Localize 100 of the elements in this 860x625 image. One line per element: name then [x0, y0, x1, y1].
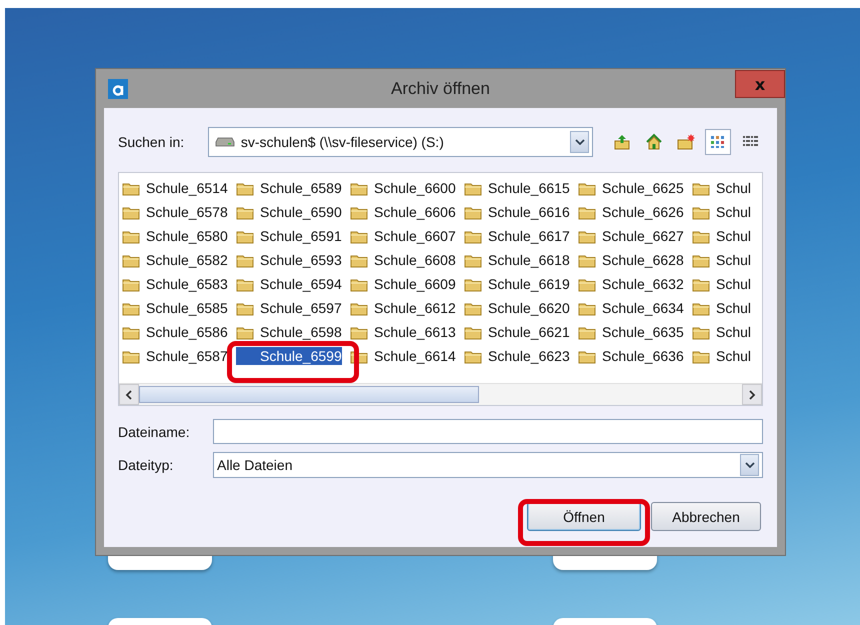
folder-name[interactable]: Schule_6598 [260, 323, 342, 341]
file-type-dropdown[interactable]: Alle Dateien [213, 452, 763, 478]
folder-name[interactable]: Schul [716, 227, 752, 245]
folder-icon [236, 252, 254, 268]
folder-icon [236, 324, 254, 340]
folder-name[interactable]: Schule_6600 [374, 179, 456, 197]
folder-name[interactable]: Schule_6591 [260, 227, 342, 245]
folder-icon [350, 204, 368, 220]
folder-icon [464, 180, 482, 196]
file-type-value: Alle Dateien [217, 457, 294, 473]
folder-name[interactable]: Schul [716, 323, 752, 341]
folder-name[interactable]: Schul [716, 275, 752, 293]
folder-icon [236, 228, 254, 244]
folder-name[interactable]: Schule_6606 [374, 203, 456, 221]
folder-icon [464, 348, 482, 364]
file-name-label: Dateiname: [118, 424, 191, 440]
folder-icon [236, 180, 254, 196]
folder-name[interactable]: Schule_6607 [374, 227, 456, 245]
file-name-field[interactable] [213, 419, 763, 444]
folder-name[interactable]: Schule_6625 [602, 179, 684, 197]
look-in-label: Suchen in: [118, 134, 186, 150]
folder-name[interactable]: Schule_6578 [146, 203, 228, 221]
folder-icon [236, 204, 254, 220]
folder-name[interactable]: Schule_6614 [374, 347, 456, 365]
folder-name[interactable]: Schule_6514 [146, 179, 228, 197]
folder-name[interactable]: Schul [716, 299, 752, 317]
folder-name[interactable]: Schul [716, 347, 752, 365]
folder-name[interactable]: Schule_6608 [374, 251, 456, 269]
folder-name[interactable]: Schule_6585 [146, 299, 228, 317]
folder-name[interactable]: Schule_6589 [260, 179, 342, 197]
folder-name[interactable]: Schule_6627 [602, 227, 684, 245]
folder-name[interactable]: Schule_6599 [236, 347, 342, 365]
folder-icon [350, 180, 368, 196]
folder-icon [350, 324, 368, 340]
folder-icon [578, 252, 596, 268]
folder-icon [464, 204, 482, 220]
folder-name[interactable]: Schule_6635 [602, 323, 684, 341]
folder-name[interactable]: Schule_6609 [374, 275, 456, 293]
look-in-value: sv-schulen$ (\\sv-fileservice) (S:) [240, 134, 445, 150]
folder-icon [692, 204, 710, 220]
folder-name[interactable]: Schule_6580 [146, 227, 228, 245]
look-in-dropdown[interactable]: sv-schulen$ (\\sv-fileservice) (S:) [208, 127, 593, 157]
horizontal-scrollbar[interactable] [119, 383, 762, 405]
folder-name[interactable]: Schule_6594 [260, 275, 342, 293]
folder-name[interactable]: Schule_6593 [260, 251, 342, 269]
folder-icon [578, 276, 596, 292]
scroll-left-icon[interactable] [119, 384, 139, 405]
folder-name[interactable]: Schule_6583 [146, 275, 228, 293]
folder-name[interactable]: Schule_6582 [146, 251, 228, 269]
scroll-right-icon[interactable] [742, 384, 762, 405]
folder-icon [464, 324, 482, 340]
folder-name[interactable]: Schule_6634 [602, 299, 684, 317]
folder-name[interactable]: Schule_6613 [374, 323, 456, 341]
folder-name[interactable]: Schul [716, 203, 752, 221]
folder-name[interactable]: Schule_6617 [488, 227, 570, 245]
folder-icon [692, 180, 710, 196]
folder-icon [350, 276, 368, 292]
folder-icon [692, 348, 710, 364]
folder-icon [578, 300, 596, 316]
folder-name[interactable]: Schule_6621 [488, 323, 570, 341]
folder-icon [350, 228, 368, 244]
folder-icon [578, 348, 596, 364]
folder-icon [122, 300, 140, 316]
dialog-button[interactable]: Öffnen [527, 502, 641, 531]
folder-name[interactable]: Schule_6616 [488, 203, 570, 221]
scrollbar-thumb[interactable] [139, 386, 479, 403]
folder-name[interactable]: Schul [716, 251, 752, 269]
folder-icon [692, 228, 710, 244]
folder-icon [692, 276, 710, 292]
folder-icon [578, 204, 596, 220]
folder-name[interactable]: Schule_6636 [602, 347, 684, 365]
folder-icon [236, 276, 254, 292]
folder-name[interactable]: Schule_6590 [260, 203, 342, 221]
folder-name[interactable]: Schule_6619 [488, 275, 570, 293]
icon-grid-view-icon[interactable] [705, 129, 731, 155]
folder-name[interactable]: Schule_6620 [488, 299, 570, 317]
folder-icon [122, 324, 140, 340]
folder-icon [236, 300, 254, 316]
folder-name[interactable]: Schule_6623 [488, 347, 570, 365]
app-logo-icon [108, 79, 128, 99]
folder-name[interactable]: Schul [716, 179, 752, 197]
folder-icon [464, 300, 482, 316]
folder-icon [578, 324, 596, 340]
folder-icon [578, 228, 596, 244]
folder-name[interactable]: Schule_6618 [488, 251, 570, 269]
folder-name[interactable]: Schule_6597 [260, 299, 342, 317]
folder-name[interactable]: Schule_6632 [602, 275, 684, 293]
folder-icon [692, 300, 710, 316]
folder-name[interactable]: Schule_6615 [488, 179, 570, 197]
folder-icon [350, 300, 368, 316]
folder-name[interactable]: Schule_6626 [602, 203, 684, 221]
close-button[interactable]: x [735, 70, 785, 98]
folder-name[interactable]: Schule_6586 [146, 323, 228, 341]
dialog-button[interactable]: Abbrechen [651, 502, 761, 531]
folder-icon [692, 252, 710, 268]
folder-name[interactable]: Schule_6628 [602, 251, 684, 269]
folder-icon [122, 252, 140, 268]
folder-name[interactable]: Schule_6587 [146, 347, 228, 365]
folder-icon [122, 276, 140, 292]
folder-name[interactable]: Schule_6612 [374, 299, 456, 317]
